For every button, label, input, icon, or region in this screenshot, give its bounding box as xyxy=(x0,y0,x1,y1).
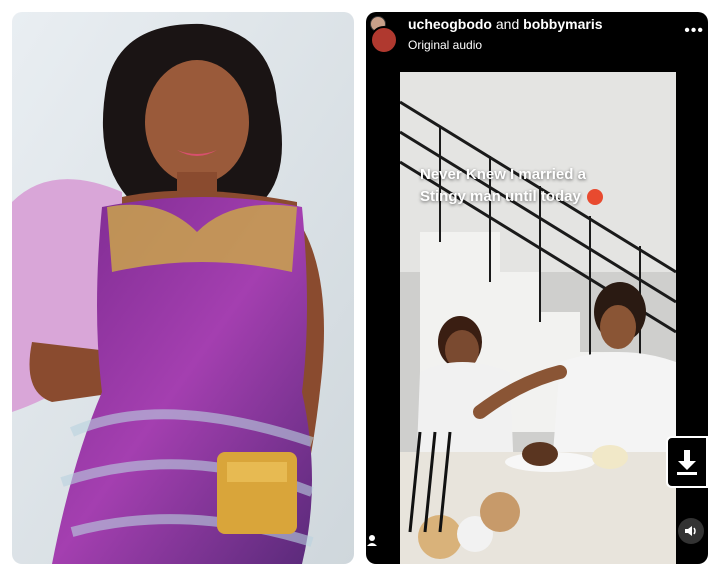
authors-and: and xyxy=(495,16,520,32)
reel-player[interactable]: ucheogbodo and bobbymaris Original audio… xyxy=(366,12,708,564)
reel-caption: Never Knew I married a Stingy man until … xyxy=(420,164,660,208)
volume-icon[interactable] xyxy=(678,518,704,544)
reel-authors[interactable]: ucheogbodo and bobbymaris xyxy=(408,16,603,32)
more-dots-icon[interactable]: ••• xyxy=(684,22,704,40)
download-icon[interactable] xyxy=(666,436,708,488)
left-photo xyxy=(12,12,354,564)
audio-label[interactable]: Original audio xyxy=(408,38,482,52)
reel-video-frame[interactable]: Never Knew I married a Stingy man until … xyxy=(400,72,676,564)
reel-header: ucheogbodo and bobbymaris Original audio… xyxy=(366,12,708,72)
tagged-user-icon[interactable] xyxy=(366,534,378,549)
author-1[interactable]: ucheogbodo xyxy=(408,16,492,32)
author-2[interactable]: bobbymaris xyxy=(523,16,602,32)
caption-line-1: Never Knew I married a xyxy=(420,166,586,183)
collab-avatar-primary[interactable] xyxy=(370,26,398,54)
angry-emoji-icon xyxy=(587,189,604,206)
caption-line-2-wrap: Stingy man until today xyxy=(420,186,660,208)
caption-line-2: Stingy man until today xyxy=(420,188,581,205)
